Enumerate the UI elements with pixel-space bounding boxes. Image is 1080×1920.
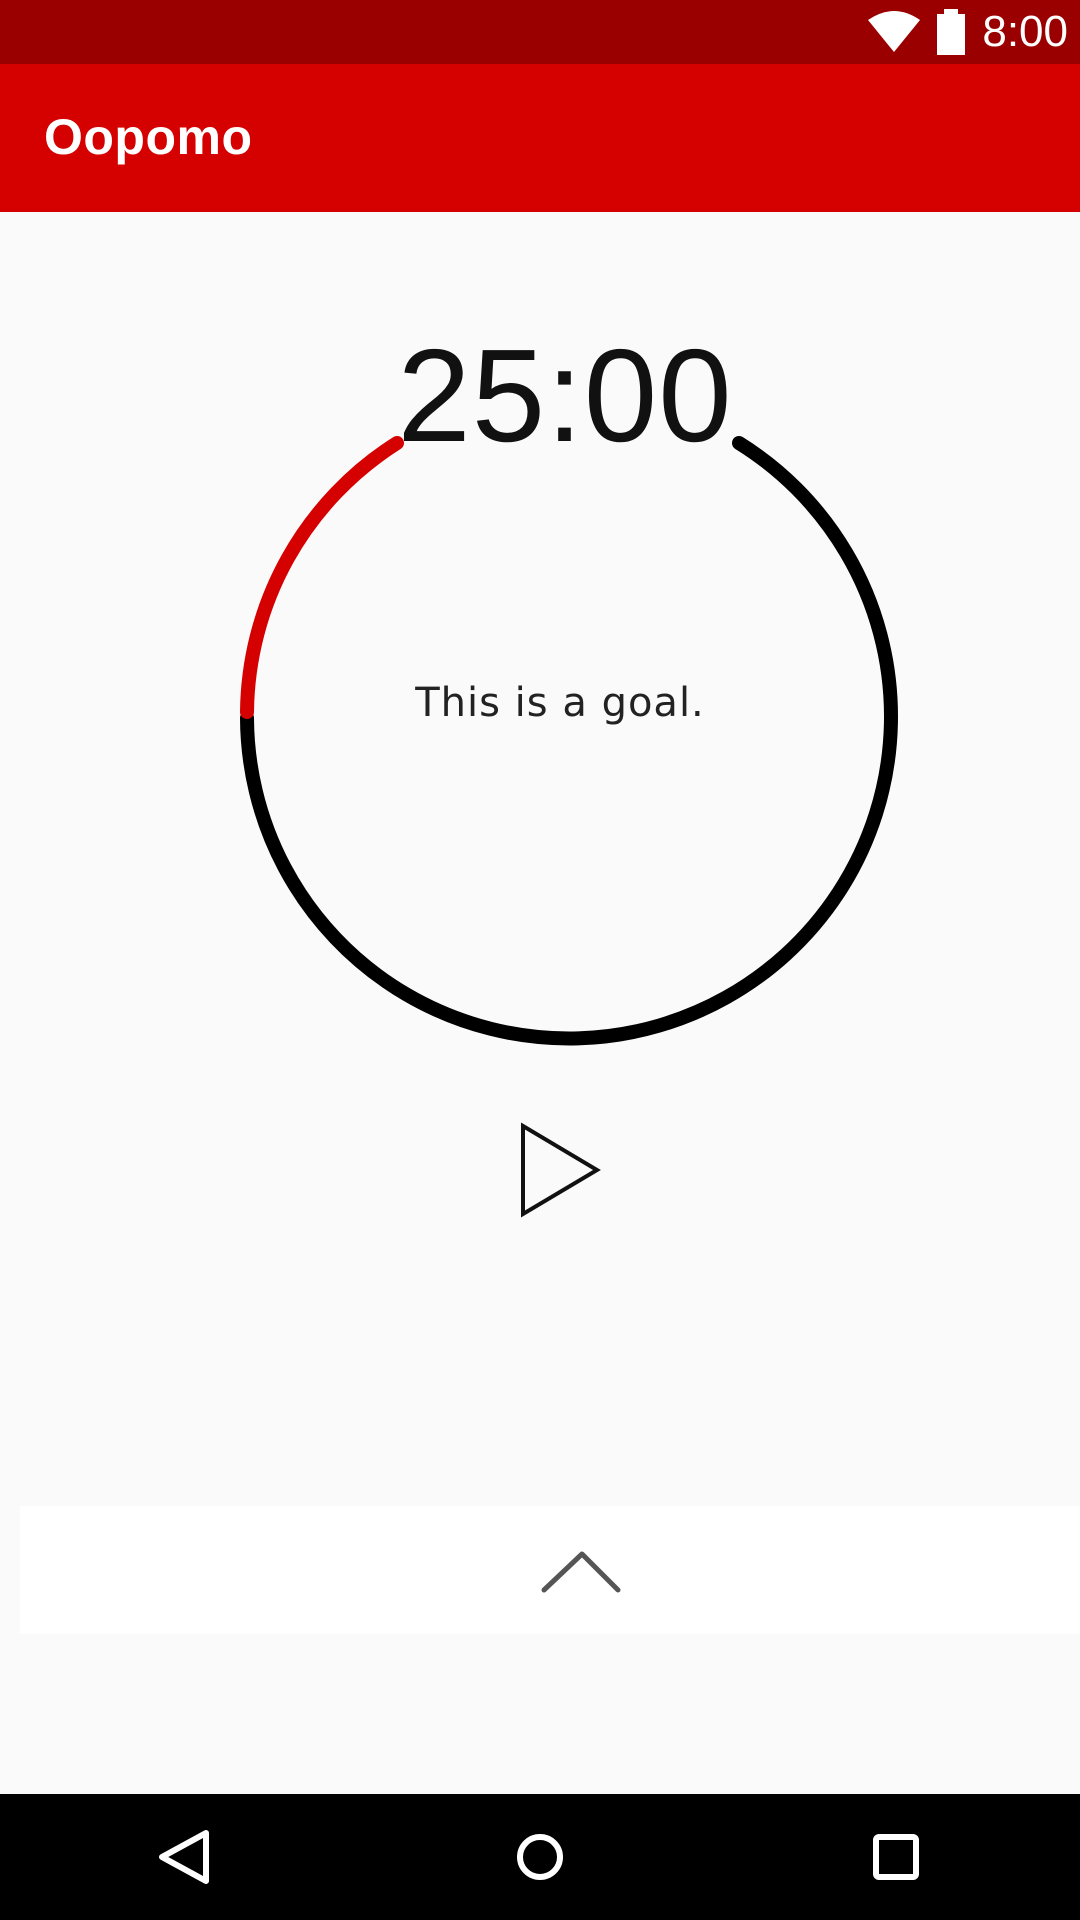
- status-time: 8:00: [982, 7, 1068, 56]
- bottom-sheet-handle[interactable]: [20, 1506, 1080, 1634]
- recents-icon[interactable]: [854, 1815, 938, 1899]
- navigation-bar: [0, 1794, 1080, 1920]
- timer-readout: 25:00: [397, 322, 733, 469]
- status-bar: 8:00: [0, 0, 1080, 64]
- status-icons: 8:00: [866, 0, 1068, 64]
- home-icon[interactable]: [498, 1815, 582, 1899]
- back-icon[interactable]: [142, 1815, 226, 1899]
- screen: 8:00 Oopomo 25:00 This is a goal.: [0, 0, 1080, 1920]
- goal-text[interactable]: This is a goal.: [340, 680, 780, 726]
- app-title: Oopomo: [44, 109, 253, 165]
- play-icon: [521, 1122, 601, 1218]
- timer-ring-progress: [240, 436, 404, 719]
- wifi-icon: [868, 11, 921, 52]
- app-bar: Oopomo: [0, 64, 1080, 212]
- timer-ring-remaining: [240, 436, 898, 1046]
- battery-icon: [937, 9, 966, 55]
- chevron-up-icon[interactable]: [530, 1536, 630, 1600]
- play-button[interactable]: [500, 1110, 620, 1230]
